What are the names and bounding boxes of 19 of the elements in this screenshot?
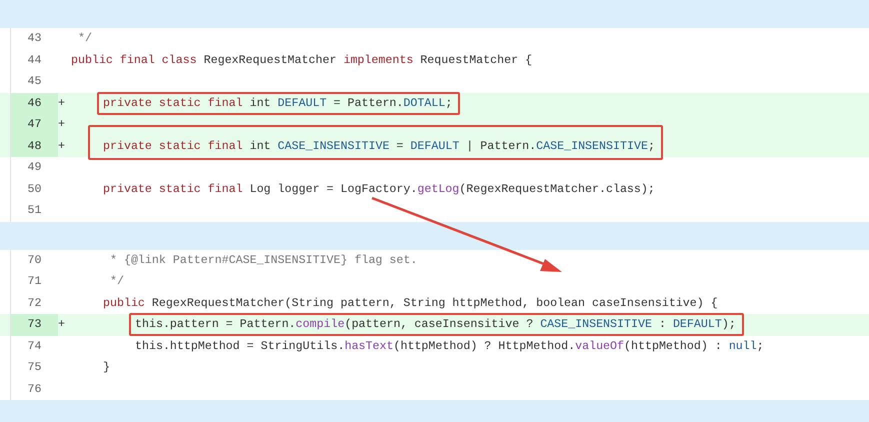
diff-marker: + xyxy=(58,318,65,332)
code-text: * {@link Pattern#CASE_INSENSITIVE} flag set. xyxy=(108,254,418,267)
code-text: this.httpMethod = StringUtils.hasText(httpMethod) ? HttpMethod.valueOf(httpMethod) : null; xyxy=(135,340,764,353)
code-text: private static final int DEFAULT = Pattern.DOTALL; xyxy=(103,96,452,110)
line-number: 46 xyxy=(10,92,58,114)
line-number: 48 xyxy=(10,136,58,157)
diff-marker: + xyxy=(58,118,65,132)
line-number: 47 xyxy=(10,114,58,136)
line-number: 73 xyxy=(10,314,58,336)
code-text: */ xyxy=(108,275,124,288)
code-text: } xyxy=(103,361,110,374)
code-text: private static final Log logger = LogFactory.getLog(RegexRequestMatcher.class); xyxy=(103,182,655,196)
code-text: */ xyxy=(76,32,92,46)
diff-marker: + xyxy=(58,140,65,153)
code-text: private static final int CASE_INSENSITIVE = DEFAULT | Pattern.CASE_INSENSITIVE; xyxy=(103,140,655,153)
code-text: public final class RegexRequestMatcher implements RequestMatcher { xyxy=(71,54,532,67)
code-text: public RegexRequestMatcher(String pattern, String httpMethod, boolean caseInsensitive) { xyxy=(103,296,718,310)
code-text: this.pattern = Pattern.compile(pattern, caseInsensitive ? CASE_INSENSITIVE : DEFAULT); xyxy=(135,318,736,332)
diff-marker: + xyxy=(58,96,65,110)
